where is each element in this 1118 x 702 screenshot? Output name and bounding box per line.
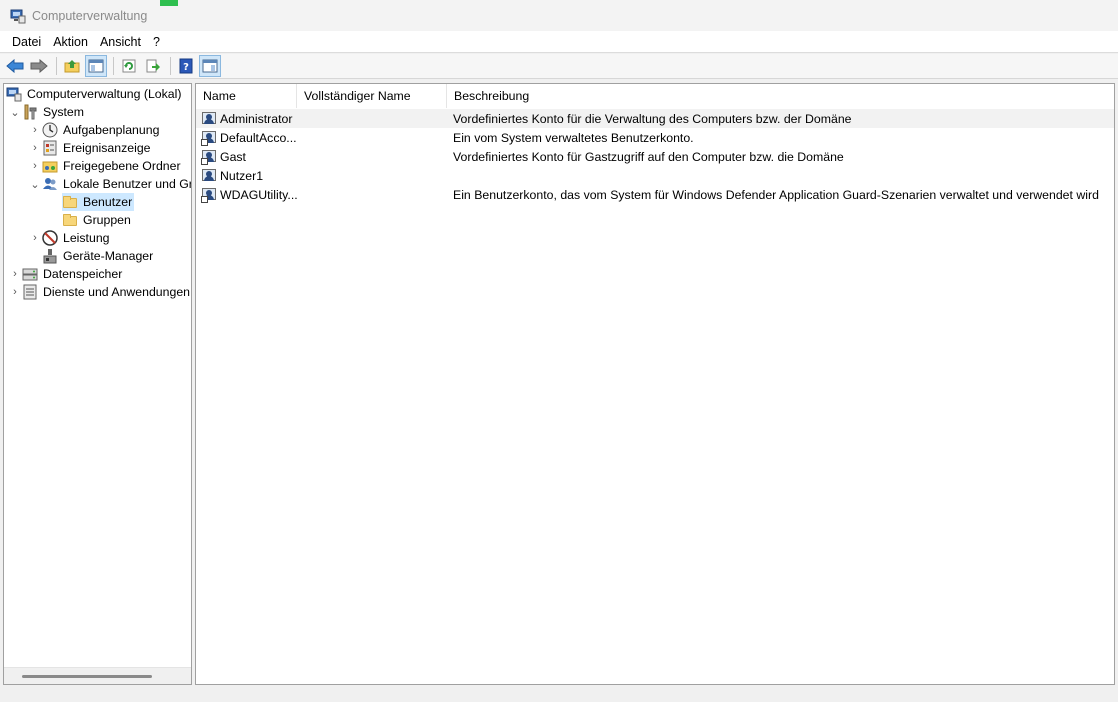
user-name: Administrator: [220, 111, 293, 126]
toolbar-separator: [170, 57, 171, 75]
disabled-user-icon: [201, 130, 217, 146]
tree-item-geraete-manager[interactable]: Geräte-Manager: [42, 247, 155, 265]
tree-item-lokale-benutzer[interactable]: ⌄ Lokale Benutzer und Gru: [28, 175, 192, 193]
tree-item-dienste[interactable]: › Dienste und Anwendungen: [8, 283, 191, 301]
services-applications-icon: [22, 284, 38, 300]
user-name: DefaultAcco...: [220, 130, 297, 145]
shared-folders-icon: [42, 158, 58, 174]
table-row[interactable]: WDAGUtility... Ein Benutzerkonto, das vo…: [196, 185, 1114, 204]
scrollbar-thumb[interactable]: [22, 675, 152, 678]
chevron-right-icon[interactable]: ›: [28, 142, 42, 154]
chevron-down-icon[interactable]: ⌄: [28, 178, 42, 191]
computer-management-icon: [6, 86, 22, 102]
toolbar-separator: [56, 57, 57, 75]
admin-user-icon: [201, 111, 217, 127]
table-row[interactable]: Administrator Vordefiniertes Konto für d…: [196, 109, 1114, 128]
tree-item-root[interactable]: Computerverwaltung (Lokal): [6, 85, 183, 103]
taskbar-indicator: [160, 0, 178, 6]
column-header-fullname[interactable]: Vollständiger Name: [297, 84, 447, 108]
tree-item-benutzer[interactable]: Benutzer: [62, 193, 135, 211]
tree-item-gruppen[interactable]: Gruppen: [62, 211, 133, 229]
user-name: Gast: [220, 149, 246, 164]
table-row[interactable]: Gast Vordefiniertes Konto für Gastzugrif…: [196, 147, 1114, 166]
chevron-right-icon[interactable]: ›: [28, 160, 42, 172]
chevron-right-icon[interactable]: ›: [8, 268, 22, 280]
svg-text:?: ?: [183, 62, 189, 73]
tree-item-system[interactable]: ⌄ System: [8, 103, 86, 121]
local-users-groups-icon: [42, 176, 58, 192]
tree-horizontal-scrollbar[interactable]: [4, 667, 191, 684]
tree-item-datenspeicher[interactable]: › Datenspeicher: [8, 265, 124, 283]
tree-item-ereignisanzeige[interactable]: › Ereignisanzeige: [28, 139, 153, 157]
table-row[interactable]: Nutzer1: [196, 166, 1114, 185]
tree-item-label: System: [43, 105, 84, 119]
user-description: Vordefiniertes Konto für die Verwaltung …: [453, 111, 852, 126]
tree-item-label: Lokale Benutzer und Gru: [63, 177, 192, 191]
system-tools-icon: [22, 104, 38, 120]
user-name: WDAGUtility...: [220, 187, 298, 202]
tree-item-label: Dienste und Anwendungen: [43, 285, 190, 299]
disabled-user-icon: [201, 187, 217, 203]
show-hide-tree-icon[interactable]: [85, 55, 107, 77]
event-viewer-icon: [42, 140, 58, 156]
toolbar: ?: [0, 54, 1118, 79]
menu-bar: Datei Aktion Ansicht ?: [0, 31, 1118, 53]
tree-item-label: Aufgabenplanung: [63, 123, 160, 137]
user-name: Nutzer1: [220, 168, 264, 183]
export-list-icon[interactable]: [142, 55, 164, 77]
tree-item-label: Leistung: [63, 231, 110, 245]
device-manager-icon: [42, 248, 58, 264]
menu-aktion[interactable]: Aktion: [49, 35, 96, 49]
column-header-name[interactable]: Name: [196, 84, 297, 108]
tree-item-leistung[interactable]: › Leistung: [28, 229, 112, 247]
user-description: Vordefiniertes Konto für Gastzugriff auf…: [453, 149, 844, 164]
status-bar: [0, 686, 1118, 702]
up-folder-icon[interactable]: [61, 55, 83, 77]
computer-management-icon: [10, 8, 26, 24]
tree-item-freigegebene-ordner[interactable]: › Freigegebene Ordner: [28, 157, 183, 175]
user-description: Ein Benutzerkonto, das vom System für Wi…: [453, 187, 1099, 202]
menu-ansicht[interactable]: Ansicht: [96, 35, 149, 49]
help-icon[interactable]: ?: [175, 55, 197, 77]
folder-icon: [62, 212, 78, 228]
user-list: Name Vollständiger Name Beschreibung Adm…: [195, 83, 1115, 685]
chevron-right-icon[interactable]: ›: [28, 124, 42, 136]
disabled-user-icon: [201, 149, 217, 165]
user-icon: [201, 168, 217, 184]
tree-item-label: Computerverwaltung (Lokal): [27, 87, 182, 101]
refresh-icon[interactable]: [118, 55, 140, 77]
navigation-tree: Computerverwaltung (Lokal) ⌄ System › Au…: [3, 83, 192, 685]
tree-item-label: Datenspeicher: [43, 267, 123, 281]
tree-item-label: Benutzer: [81, 194, 135, 210]
performance-icon: [42, 230, 58, 246]
tree-item-label: Freigegebene Ordner: [63, 159, 181, 173]
tree-item-aufgabenplanung[interactable]: › Aufgabenplanung: [28, 121, 161, 139]
menu-help[interactable]: ?: [149, 35, 168, 49]
chevron-down-icon[interactable]: ⌄: [8, 106, 22, 119]
chevron-right-icon[interactable]: ›: [8, 286, 22, 298]
tree-item-label: Geräte-Manager: [63, 249, 154, 263]
task-scheduler-icon: [42, 122, 58, 138]
column-header-description[interactable]: Beschreibung: [447, 84, 1114, 108]
window-title: Computerverwaltung: [32, 8, 148, 23]
menu-datei[interactable]: Datei: [0, 35, 49, 49]
user-description: Ein vom System verwaltetes Benutzerkonto…: [453, 130, 694, 145]
tree-item-label: Gruppen: [83, 213, 131, 227]
toolbar-separator: [113, 57, 114, 75]
show-hide-action-pane-icon[interactable]: [199, 55, 221, 77]
tree-item-label: Ereignisanzeige: [63, 141, 151, 155]
chevron-right-icon[interactable]: ›: [28, 232, 42, 244]
folder-icon: [62, 194, 78, 210]
table-row[interactable]: DefaultAcco... Ein vom System verwaltete…: [196, 128, 1114, 147]
forward-icon[interactable]: [28, 55, 50, 77]
storage-icon: [22, 266, 38, 282]
back-icon[interactable]: [4, 55, 26, 77]
